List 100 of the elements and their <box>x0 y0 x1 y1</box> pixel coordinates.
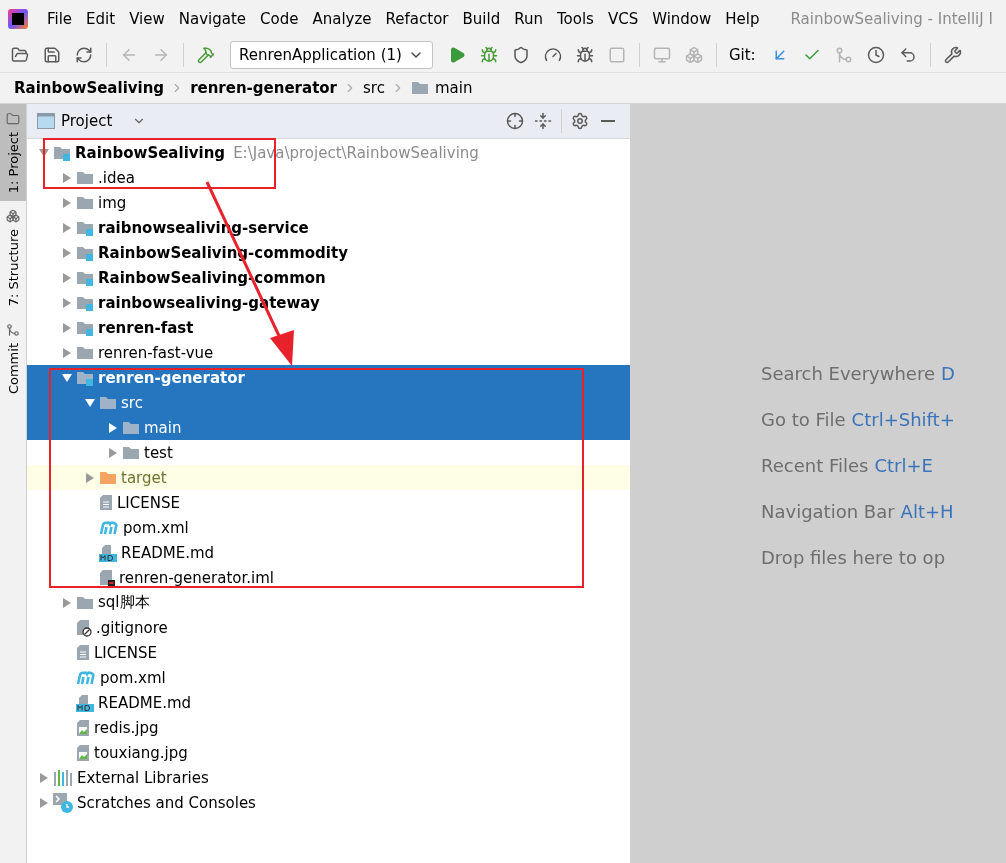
module-folder-icon <box>76 319 94 336</box>
tool-window-tab[interactable]: Commit <box>0 314 26 402</box>
collapsed-triangle-icon[interactable] <box>61 196 73 209</box>
module-folder-icon <box>53 144 71 161</box>
menu-item[interactable]: Window <box>645 9 719 28</box>
tree-item-label: redis.jpg <box>94 718 159 737</box>
git-label: Git: <box>728 45 756 64</box>
tree-row[interactable]: .gitignore <box>27 615 630 640</box>
menu-item[interactable]: View <box>122 9 172 28</box>
menu-item[interactable]: VCS <box>600 9 646 28</box>
tree-row[interactable]: touxiang.jpg <box>27 740 630 765</box>
tree-row[interactable]: README.md <box>27 540 630 565</box>
image-file-icon <box>76 743 90 762</box>
editor-hint: Recent Files Ctrl+E <box>761 455 934 476</box>
menu-item[interactable]: Refactor <box>378 9 456 28</box>
tree-item-label: target <box>121 468 167 487</box>
collapsed-triangle-icon[interactable] <box>61 321 73 334</box>
collapsed-triangle-icon[interactable] <box>61 271 73 284</box>
tree-item-label: renren-fast <box>98 318 194 337</box>
tree-item-label: main <box>144 418 182 437</box>
tree-row[interactable]: renren-generator <box>27 365 630 390</box>
tool-tab-icon <box>6 112 20 126</box>
tree-item-label: RainbowSealiving <box>75 143 226 162</box>
tool-tab-icon <box>6 209 20 224</box>
tree-item-label: LICENSE <box>117 493 180 512</box>
tree-row[interactable]: .idea <box>27 165 630 190</box>
tree-row[interactable]: target <box>27 465 630 490</box>
app-logo-icon <box>8 8 28 29</box>
folder-icon <box>410 81 429 95</box>
module-folder-icon <box>76 269 94 286</box>
tree-row[interactable]: pom.xml <box>27 665 630 690</box>
folder-icon <box>99 470 117 485</box>
menu-item[interactable]: Code <box>253 9 306 28</box>
tree-row[interactable]: renren-fast <box>27 315 630 340</box>
tree-item-label: test <box>144 443 173 462</box>
tree-row[interactable]: src <box>27 390 630 415</box>
tree-item-label: .idea <box>98 168 135 187</box>
editor-hint: Drop files here to op <box>761 547 947 568</box>
wrench-icon <box>943 45 962 64</box>
breadcrumb-item[interactable]: main <box>434 79 473 97</box>
breadcrumb-item[interactable]: RainbowSealiving <box>14 79 165 97</box>
refresh-icon <box>75 45 93 64</box>
tree-row[interactable]: renren-generator.iml <box>27 565 630 590</box>
tree-row[interactable]: README.md <box>27 690 630 715</box>
menu-item[interactable]: Build <box>455 9 508 28</box>
tree-row[interactable]: renren-fast-vue <box>27 340 630 365</box>
collapsed-triangle-icon[interactable] <box>61 596 73 609</box>
tree-row[interactable]: main <box>27 415 630 440</box>
tree-item-label: renren-fast-vue <box>98 343 214 362</box>
tree-row[interactable]: Scratches and Consoles <box>27 790 630 815</box>
project-view-dropdown[interactable]: Project <box>37 112 147 130</box>
tree-row[interactable]: img <box>27 190 630 215</box>
tree-row[interactable]: test <box>27 440 630 465</box>
collapsed-triangle-icon[interactable] <box>61 171 73 184</box>
markdown-file-icon <box>76 693 94 712</box>
menu-item[interactable]: Help <box>718 9 767 28</box>
bug-icon <box>479 45 498 64</box>
menu-item[interactable]: Analyze <box>305 9 379 28</box>
collapsed-triangle-icon[interactable] <box>84 471 96 484</box>
collapsed-triangle-icon[interactable] <box>61 221 73 234</box>
menu-item[interactable]: Run <box>507 9 550 28</box>
tree-item-label: LICENSE <box>94 643 157 662</box>
hammer-icon <box>197 45 215 64</box>
collapsed-triangle-icon[interactable] <box>107 421 119 434</box>
window-title: RainbowSealiving - IntelliJ I <box>790 9 993 28</box>
save-icon <box>43 45 61 64</box>
ignored-file-icon <box>76 618 92 637</box>
collapsed-triangle-icon[interactable] <box>61 296 73 309</box>
menu-item[interactable]: Tools <box>549 9 601 28</box>
breadcrumb-item[interactable]: renren-generator <box>190 79 337 97</box>
breadcrumb-item[interactable]: src <box>363 79 385 97</box>
tree-row[interactable]: LICENSE <box>27 490 630 515</box>
tool-window-tab[interactable]: 7: Structure <box>0 201 26 315</box>
scratch-console-icon <box>53 792 73 813</box>
folder-icon <box>76 345 94 360</box>
clock-icon <box>866 45 885 64</box>
run-configuration-dropdown[interactable]: RenrenApplication (1) <box>230 40 433 69</box>
module-folder-icon <box>76 219 94 236</box>
menu-item[interactable]: Edit <box>79 9 123 28</box>
tree-item-label: renren-generator.iml <box>119 568 274 587</box>
tree-row[interactable]: External Libraries <box>27 765 630 790</box>
tree-row[interactable]: LICENSE <box>27 640 630 665</box>
collapsed-triangle-icon[interactable] <box>107 446 119 459</box>
tree-row[interactable]: redis.jpg <box>27 715 630 740</box>
text-file-icon <box>99 494 113 511</box>
collapsed-triangle-icon[interactable] <box>61 346 73 359</box>
expanded-triangle-icon[interactable] <box>84 396 96 409</box>
tool-window-tab[interactable]: 1: Project <box>0 104 26 202</box>
tree-row[interactable]: sql脚本 <box>27 590 630 615</box>
editor-hint: Search Everywhere D <box>761 363 956 384</box>
menu-item[interactable]: Navigate <box>171 9 254 28</box>
expanded-triangle-icon[interactable] <box>61 371 73 384</box>
tree-row[interactable]: pom.xml <box>27 515 630 540</box>
stop-icon <box>607 45 626 64</box>
collapsed-triangle-icon[interactable] <box>38 771 50 784</box>
collapsed-triangle-icon[interactable] <box>38 796 50 809</box>
crosshair-icon <box>506 112 524 130</box>
collapsed-triangle-icon[interactable] <box>61 246 73 259</box>
folder-icon <box>76 595 94 610</box>
menu-item[interactable]: File <box>40 9 80 28</box>
